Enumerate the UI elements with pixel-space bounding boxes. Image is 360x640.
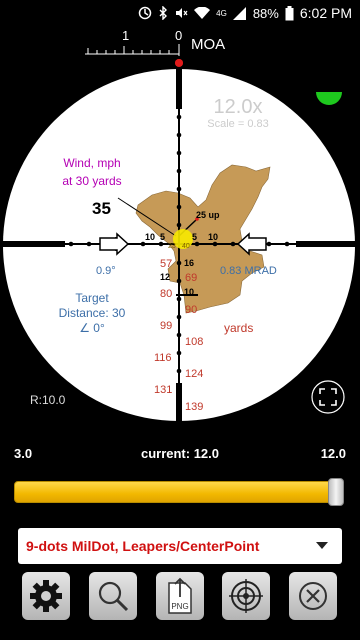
- drop-left-1: 57: [160, 258, 172, 270]
- target-label-1: Target: [75, 291, 109, 305]
- drop-right-4: 124: [185, 368, 203, 380]
- yards-label: yards: [224, 321, 253, 335]
- png-label: PNG: [171, 602, 188, 611]
- battery-percent: 88%: [252, 5, 279, 21]
- target-button[interactable]: [222, 572, 270, 620]
- battery-icon: [285, 5, 294, 21]
- reticle-select-value: 9-dots MilDot, Leapers/CenterPoint: [26, 538, 260, 554]
- center-dist-left: 23: [168, 243, 176, 250]
- signal-icon: [232, 6, 247, 20]
- right-correction: 0.83 MRAD: [220, 265, 277, 277]
- zoom-slider-thumb[interactable]: [328, 478, 344, 506]
- clock: 6:02 PM: [299, 5, 352, 21]
- v-tick-16: 16: [184, 258, 194, 268]
- drop-right-1: 69: [185, 272, 197, 284]
- zoom-readout: 12.0x: [214, 96, 263, 118]
- close-icon: [299, 582, 327, 610]
- rotation-readout: R:10.0: [30, 393, 66, 407]
- wind-label-1: Wind, mph: [63, 156, 120, 170]
- wind-speed: 35: [92, 199, 111, 218]
- reticle-select[interactable]: 9-dots MilDot, Leapers/CenterPoint: [18, 528, 342, 564]
- h-tick-right-10: 10: [208, 232, 218, 242]
- scope-svg[interactable]: 12.0x Scale = 0.83 Wind, mph at 30 yards…: [0, 55, 360, 435]
- status-indicator-icon: [316, 92, 342, 105]
- drop-left-4: 116: [154, 352, 172, 364]
- export-png-button[interactable]: PNG: [156, 572, 204, 620]
- drop-right-2: 90: [185, 304, 197, 316]
- scale-readout: Scale = 0.83: [207, 118, 268, 130]
- v-tick-12: 12: [160, 272, 170, 282]
- gear-icon: [30, 580, 62, 612]
- toolbar: PNG: [0, 572, 360, 622]
- h-tick-left-5: 5: [160, 232, 165, 242]
- v-tick-10: 10: [184, 287, 194, 297]
- magnifier-icon: [98, 581, 129, 612]
- moa-label-1: 1: [122, 28, 130, 43]
- moa-label-0: 0: [175, 28, 183, 43]
- mute-icon: [174, 6, 188, 20]
- fullscreen-icon: [311, 380, 345, 414]
- settings-button[interactable]: [22, 572, 70, 620]
- left-correction: 0.9°: [96, 265, 116, 277]
- top-marker: [175, 59, 183, 67]
- h-tick-left-10: 10: [145, 232, 155, 242]
- status-bar: 4G 88% 6:02 PM: [0, 0, 360, 26]
- bluetooth-icon: [158, 6, 168, 20]
- network-type-icon: 4G: [216, 8, 227, 18]
- close-button[interactable]: [289, 572, 337, 620]
- zoom-button[interactable]: [89, 572, 137, 620]
- target-label-2: Distance: 30: [59, 306, 126, 320]
- export-png-icon: PNG: [168, 577, 192, 614]
- top-post: [176, 69, 182, 109]
- zoom-max: 12.0: [320, 446, 346, 461]
- target-label-3: ∠ 0°: [79, 321, 105, 335]
- drop-left-5: 131: [154, 384, 172, 396]
- moa-unit-label: MOA: [191, 36, 226, 53]
- center-dist-right: 40: [182, 243, 190, 250]
- sync-icon: [138, 6, 152, 20]
- drop-left-3: 99: [160, 320, 172, 332]
- h-tick-right-5: 5: [192, 232, 197, 242]
- drop-right-5: 139: [185, 401, 203, 413]
- wind-label-2: at 30 yards: [62, 174, 121, 188]
- zoom-slider-labels: 3.0 current: 12.0 12.0: [0, 446, 360, 466]
- crosshair-target-icon: [229, 579, 263, 613]
- up-label: 25 up: [196, 210, 220, 220]
- scope-view[interactable]: 12.0x Scale = 0.83 Wind, mph at 30 yards…: [0, 55, 360, 435]
- wifi-icon: [194, 6, 211, 20]
- drop-right-3: 108: [185, 336, 203, 348]
- zoom-slider-track[interactable]: [14, 481, 344, 503]
- drop-left-2: 80: [160, 288, 172, 300]
- zoom-current: current: 12.0: [140, 446, 220, 461]
- dropdown-arrow-icon: [316, 542, 328, 549]
